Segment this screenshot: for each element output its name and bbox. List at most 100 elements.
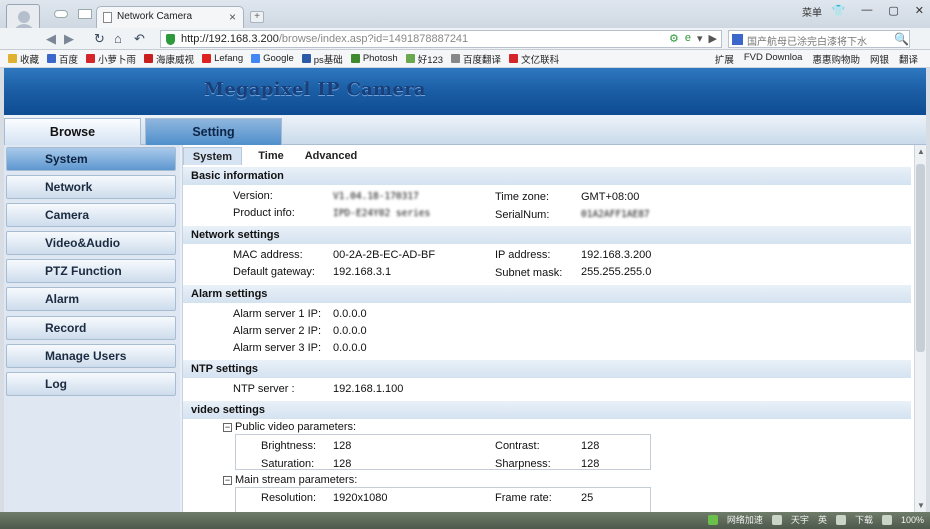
extension-item[interactable]: 惠惠购物助 <box>812 52 860 66</box>
download-icon[interactable] <box>835 514 846 525</box>
product-info-value: IPD-E24Y02 series <box>333 208 431 219</box>
alarm-server-3-label: Alarm server 3 IP: <box>233 342 322 354</box>
extensions-bar: 扩展 FVD Downloa 惠惠购物助 网银 翻译 <box>715 52 918 66</box>
section-ntp-settings: NTP settings <box>183 360 911 378</box>
search-text: 国产航母已涂完白漆将下水 <box>747 37 867 48</box>
mode-icon[interactable]: ⚙ <box>669 32 679 45</box>
public-video-parameters-group[interactable]: − Public video parameters: <box>223 421 356 433</box>
bookmark-item[interactable]: Photosh <box>350 53 398 64</box>
bookmark-item[interactable]: 文亿联科 <box>509 52 559 66</box>
zoom-icon[interactable] <box>881 514 892 525</box>
tray-item[interactable]: 网络加速 <box>727 513 763 526</box>
skin-icon[interactable]: 👕 <box>832 4 846 17</box>
collapse-toggle-icon[interactable]: − <box>223 423 232 432</box>
tab-close-icon[interactable]: × <box>229 10 236 24</box>
alarm-server-3-value: 0.0.0.0 <box>333 342 367 354</box>
extension-item[interactable]: FVD Downloa <box>744 52 803 66</box>
extension-item[interactable]: 扩展 <box>715 52 734 66</box>
sidebar-item-log[interactable]: Log <box>6 372 176 396</box>
minimize-icon[interactable]: — <box>861 4 872 17</box>
search-input[interactable]: 国产航母已涂完白漆将下水 <box>728 30 910 48</box>
bookmark-item[interactable]: ps基础 <box>301 52 343 66</box>
bookmark-item[interactable]: 收藏 <box>8 52 39 66</box>
sidebar-item-video-audio[interactable]: Video&Audio <box>6 231 176 255</box>
network-accelerator-icon[interactable] <box>707 514 718 525</box>
folder-icon[interactable] <box>78 9 92 19</box>
ntp-server-value: 192.168.1.100 <box>333 383 404 395</box>
ip-address-value: 192.168.3.200 <box>581 249 652 261</box>
ntp-server-label: NTP server : <box>233 383 295 395</box>
sidebar-item-camera[interactable]: Camera <box>6 203 176 227</box>
ie-mode-icon[interactable]: e <box>685 32 691 45</box>
brightness-label: Brightness: <box>261 440 317 452</box>
main-stream-parameters-group[interactable]: − Main stream parameters: <box>223 474 357 486</box>
browser-navbar: ◀ ▶ ↻ ⌂ ↶ http://192.168.3.200/browse/in… <box>0 28 930 50</box>
resolution-value: 1920x1080 <box>333 492 388 504</box>
page-icon <box>103 12 112 23</box>
alarm-server-2-label: Alarm server 2 IP: <box>233 325 322 337</box>
extension-item[interactable]: 网银 <box>870 52 889 66</box>
undo-icon[interactable]: ↶ <box>134 31 145 47</box>
browser-tab[interactable]: Network Camera × <box>96 6 244 28</box>
url-tools: ⚙ e ▾ ▶ <box>669 32 717 45</box>
security-shield-icon <box>166 34 175 45</box>
new-tab-button[interactable]: + <box>250 11 264 23</box>
bookmark-item[interactable]: Lefang <box>202 53 243 64</box>
tray-item[interactable]: 100% <box>901 515 924 525</box>
tray-item[interactable]: 下载 <box>855 513 873 526</box>
bookmark-item[interactable]: 百度 <box>47 52 78 66</box>
top-navigation: Browse Setting <box>4 115 926 145</box>
refresh-icon[interactable]: ↻ <box>94 31 105 47</box>
sidebar-item-alarm[interactable]: Alarm <box>6 287 176 311</box>
tab-time[interactable]: Time <box>249 147 293 165</box>
saturation-label: Saturation: <box>261 458 315 470</box>
section-alarm-settings: Alarm settings <box>183 285 911 303</box>
tray-item[interactable]: 天宇 <box>791 513 809 526</box>
dropdown-icon[interactable]: ▾ <box>697 32 703 45</box>
timezone-label: Time zone: <box>495 191 550 203</box>
content-scrollbar[interactable]: ▲ ▼ <box>914 145 926 512</box>
bookmark-item[interactable]: 好123 <box>405 52 443 66</box>
setting-tab[interactable]: Setting <box>145 118 282 145</box>
product-info-label: Product info: <box>233 207 295 219</box>
address-bar[interactable]: http://192.168.3.200/browse/index.asp?id… <box>160 30 722 48</box>
bookmark-item[interactable]: 海康威视 <box>144 52 194 66</box>
browse-tab[interactable]: Browse <box>4 118 141 145</box>
scroll-thumb[interactable] <box>916 164 925 352</box>
window-menu[interactable]: 菜单 <box>802 4 822 19</box>
web-page: Megapixel IP Camera Browse Setting Syste… <box>4 68 926 512</box>
sidebar-item-system[interactable]: System <box>6 147 176 171</box>
sidebar-item-ptz-function[interactable]: PTZ Function <box>6 259 176 283</box>
collapse-toggle-icon[interactable]: − <box>223 476 232 485</box>
go-icon[interactable]: ▶ <box>709 32 717 45</box>
scroll-down-icon[interactable]: ▼ <box>917 501 925 510</box>
scroll-up-icon[interactable]: ▲ <box>917 147 925 156</box>
bookmark-item[interactable]: Google <box>251 53 294 64</box>
back-icon[interactable]: ◀ <box>46 31 56 47</box>
url-path: /browse/index.asp?id=1491878887241 <box>278 33 469 45</box>
sidebar-item-manage-users[interactable]: Manage Users <box>6 344 176 368</box>
cloud-sync-icon[interactable] <box>54 10 68 18</box>
weather-icon[interactable] <box>771 514 782 525</box>
bookmark-item[interactable]: 百度翻译 <box>451 52 501 66</box>
maximize-icon[interactable]: ▢ <box>888 4 898 17</box>
ip-address-label: IP address: <box>495 249 551 261</box>
alarm-server-1-label: Alarm server 1 IP: <box>233 308 322 320</box>
tab-advanced[interactable]: Advanced <box>301 147 361 165</box>
tray-item[interactable]: 英 <box>818 513 827 526</box>
url-host: http://192.168.3.200 <box>181 33 279 45</box>
home-icon[interactable]: ⌂ <box>114 31 122 46</box>
frame-rate-value: 25 <box>581 492 594 504</box>
sidebar-item-record[interactable]: Record <box>6 316 176 340</box>
brightness-value: 128 <box>333 440 352 452</box>
subtabs: System Time Advanced <box>183 147 914 165</box>
tab-system[interactable]: System <box>183 147 242 165</box>
taskbar: 网络加速 天宇 英 下载 100% <box>0 512 930 529</box>
sidebar-item-network[interactable]: Network <box>6 175 176 199</box>
close-window-icon[interactable]: ✕ <box>915 4 924 17</box>
bookmark-item[interactable]: 小萝卜雨 <box>86 52 136 66</box>
extension-item[interactable]: 翻译 <box>899 52 918 66</box>
search-icon[interactable]: 🔍 <box>894 32 909 46</box>
forward-icon[interactable]: ▶ <box>64 31 74 47</box>
search-engine-icon[interactable] <box>732 34 743 45</box>
